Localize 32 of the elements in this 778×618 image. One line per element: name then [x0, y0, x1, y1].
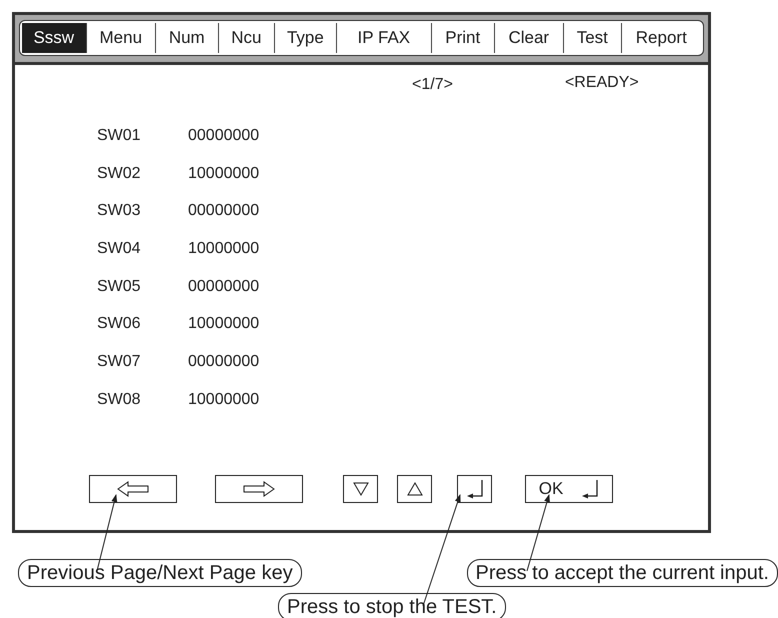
switch-value: 10000000 — [188, 240, 260, 258]
tab[interactable]: Print — [432, 23, 495, 53]
tab[interactable]: Type — [275, 23, 337, 53]
callout-label: Previous Page/Next Page key — [18, 559, 302, 587]
tab[interactable]: Ncu — [218, 23, 276, 53]
page-indicator: <1/7> — [412, 76, 453, 94]
switch-value: 10000000 — [188, 164, 260, 183]
switch-value: 00000000 — [188, 126, 260, 145]
tab[interactable]: IP FAX — [336, 23, 432, 53]
switch-name: SW01 — [97, 126, 142, 145]
switch-value: 00000000 — [188, 278, 260, 296]
callout-label: Press to stop the TEST. — [278, 593, 506, 618]
switch-value: 10000000 — [188, 390, 260, 409]
switch-name: SW03 — [97, 202, 142, 220]
tab[interactable]: Menu — [86, 23, 156, 53]
tab[interactable]: Num — [156, 23, 219, 53]
switch-name: SW07 — [97, 352, 142, 371]
switch-name: SW02 — [97, 164, 142, 183]
switch-name: SW06 — [97, 315, 142, 334]
switch-value: 10000000 — [188, 315, 260, 334]
switch-name: SW04 — [97, 240, 142, 258]
switch-name: SW05 — [97, 278, 142, 296]
tab[interactable]: Sssw — [22, 23, 87, 53]
callout-label: Press to accept the current input. — [466, 559, 778, 587]
ok-key[interactable]: OK — [525, 475, 613, 503]
tab[interactable]: Report — [622, 23, 701, 53]
switch-name: SW08 — [97, 390, 142, 409]
switch-value: 00000000 — [188, 202, 260, 220]
switch-value: 00000000 — [188, 352, 260, 371]
tab[interactable]: Clear — [494, 23, 564, 53]
status-text: <READY> — [564, 74, 639, 92]
tab[interactable]: Test — [564, 23, 622, 53]
